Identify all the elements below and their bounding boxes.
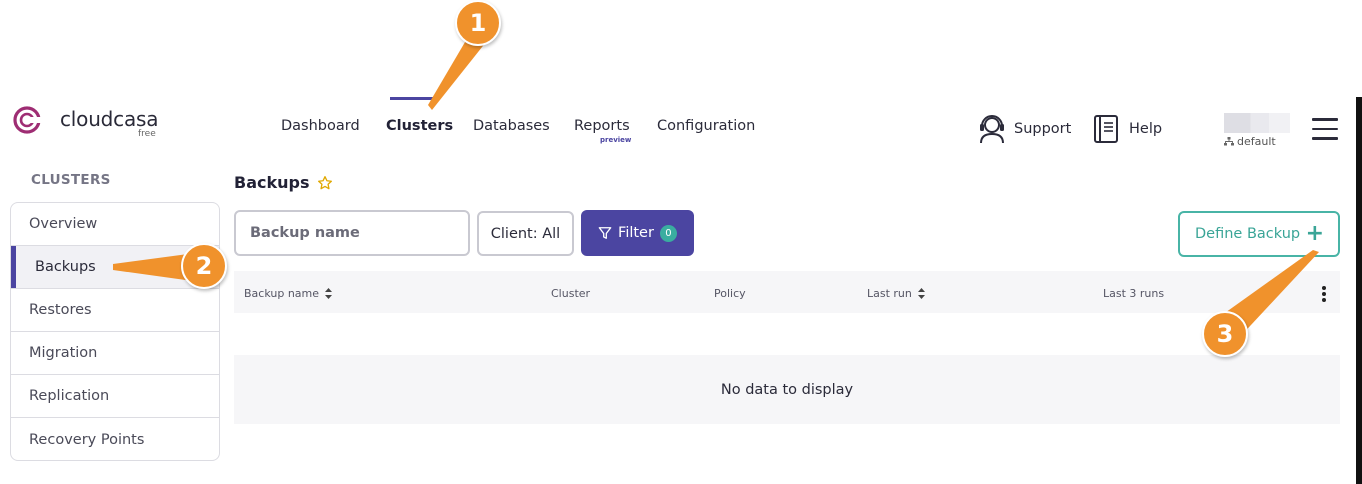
support-label: Support <box>1014 121 1072 137</box>
annotation-marker-1: 1 <box>455 0 501 46</box>
sidebar-item-restores[interactable]: Restores <box>11 289 219 332</box>
client-filter-label: Client: All <box>490 225 561 242</box>
window-edge <box>1356 97 1362 484</box>
cloudcasa-logo[interactable]: cloudcasa free <box>12 103 158 139</box>
nav-item-clusters[interactable]: Clusters <box>386 118 453 134</box>
column-header-last-3-runs: Last 3 runs <box>1103 287 1165 300</box>
nav-active-indicator <box>390 97 440 100</box>
plus-icon: + <box>1305 221 1324 246</box>
backups-table-header: Backup name Cluster Policy Last run Last… <box>234 271 1340 313</box>
filter-count-badge: 0 <box>659 224 677 242</box>
define-backup-label: Define Backup <box>1195 226 1301 242</box>
book-icon <box>1094 115 1118 143</box>
sidebar-item-migration[interactable]: Migration <box>11 332 219 375</box>
hamburger-icon[interactable] <box>1312 118 1338 140</box>
filter-label: Filter <box>618 225 654 241</box>
filter-button[interactable]: Filter 0 <box>581 210 694 256</box>
help-link[interactable]: Help <box>1093 114 1162 144</box>
brand-name: cloudcasa <box>60 107 159 131</box>
sort-icon <box>325 288 333 299</box>
sidebar-menu: Overview Backups Restores Migration Repl… <box>10 202 220 461</box>
table-options-kebab-icon[interactable] <box>1319 286 1329 302</box>
column-header-cluster: Cluster <box>551 287 591 300</box>
column-header-policy: Policy <box>714 287 746 300</box>
sidebar-item-replication[interactable]: Replication <box>11 375 219 418</box>
nav-item-databases[interactable]: Databases <box>473 118 550 134</box>
table-empty-state: No data to display <box>234 355 1340 424</box>
sidebar-title: CLUSTERS <box>31 172 111 188</box>
nav-item-reports[interactable]: Reports <box>574 118 630 134</box>
headset-icon <box>980 115 1004 144</box>
empty-message: No data to display <box>720 381 854 398</box>
client-filter-dropdown[interactable]: Client: All <box>477 211 574 256</box>
star-outline-icon[interactable] <box>317 175 333 191</box>
tenant-selector[interactable]: default <box>1224 113 1290 148</box>
brand-tier: free <box>138 129 156 139</box>
page-title-row: Backups <box>234 173 333 192</box>
annotation-marker-2: 2 <box>181 243 227 289</box>
org-tree-icon <box>1224 137 1234 146</box>
backup-name-search-input[interactable] <box>234 210 470 256</box>
sidebar-item-overview[interactable]: Overview <box>11 203 219 246</box>
column-header-last-run[interactable]: Last run <box>867 287 925 300</box>
reports-preview-tag: preview <box>600 136 632 144</box>
funnel-icon <box>598 227 612 239</box>
define-backup-button[interactable]: Define Backup + <box>1178 211 1340 257</box>
nav-item-dashboard[interactable]: Dashboard <box>281 118 360 134</box>
page-title: Backups <box>234 173 310 192</box>
sidebar-item-recovery-points[interactable]: Recovery Points <box>11 418 219 460</box>
help-label: Help <box>1129 121 1163 137</box>
support-link[interactable]: Support <box>978 114 1071 144</box>
sort-icon <box>917 288 925 299</box>
column-header-backup-name[interactable]: Backup name <box>244 287 333 300</box>
tenant-avatar <box>1224 113 1290 133</box>
nav-item-configuration[interactable]: Configuration <box>657 118 755 134</box>
cloudcasa-logo-icon <box>13 106 42 134</box>
annotation-marker-3: 3 <box>1202 311 1248 357</box>
tenant-label: default <box>1237 135 1276 148</box>
